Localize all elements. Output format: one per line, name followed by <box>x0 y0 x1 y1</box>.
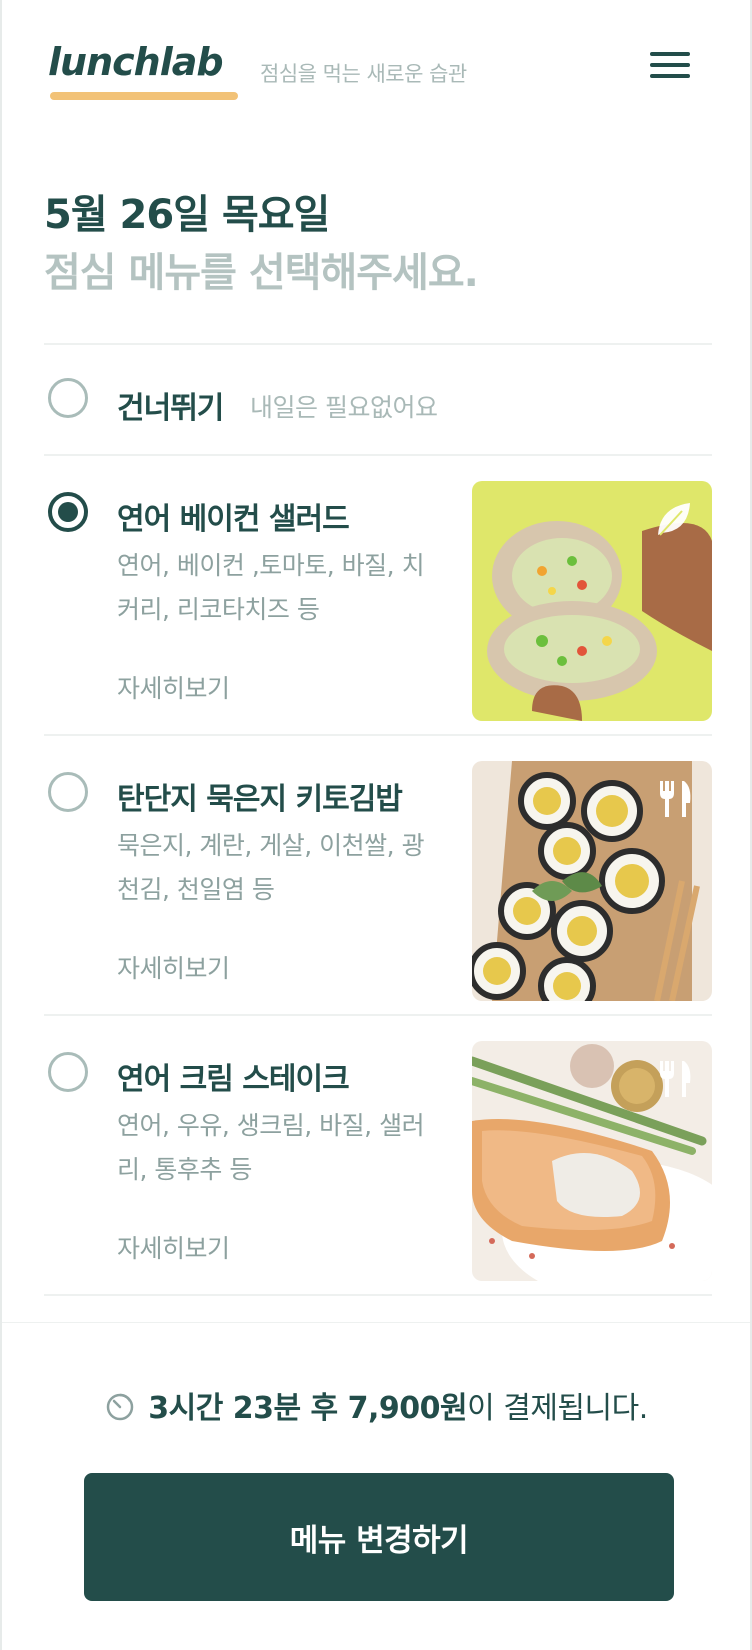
hamburger-menu-icon[interactable] <box>650 52 690 84</box>
payment-time-amount: 3시간 23분 후 7,900원 <box>148 1391 468 1426</box>
fork-knife-icon <box>660 781 691 817</box>
leaf-icon <box>658 503 690 536</box>
menu-bar-top <box>650 52 690 56</box>
logo[interactable]: lunchlab <box>48 40 224 84</box>
menu-item-ingredients: 묵은지, 계란, 게살, 이천쌀, 광천김, 천일염 등 <box>117 831 425 904</box>
tagline: 점심을 먹는 새로운 습관 <box>260 62 467 86</box>
fork-knife-icon <box>660 1061 691 1097</box>
skip-label: 건너뛰기 <box>117 391 224 426</box>
menu-radio-2[interactable] <box>48 772 88 812</box>
timer-icon <box>106 1393 134 1421</box>
header: lunchlab 점심을 먹는 새로운 습관 <box>0 0 752 130</box>
details-link[interactable]: 자세히보기 <box>117 1229 230 1265</box>
menu-item-image[interactable] <box>472 1041 712 1281</box>
divider <box>44 1294 712 1296</box>
page-date: 5월 26일 목요일 <box>44 192 330 238</box>
logo-underline <box>50 92 238 100</box>
details-link[interactable]: 자세히보기 <box>117 949 230 985</box>
menu-bar-bottom <box>650 74 690 78</box>
menu-item-image[interactable] <box>472 761 712 1001</box>
payment-notice-rest: 이 결제됩니다. <box>467 1391 648 1426</box>
payment-footer: 3시간 23분 후 7,900원이 결제됩니다. 메뉴 변경하기 <box>2 1322 750 1650</box>
menu-radio-1[interactable] <box>48 492 88 532</box>
menu-item-title[interactable]: 연어 크림 스테이크 <box>117 1054 350 1098</box>
change-menu-button[interactable]: 메뉴 변경하기 <box>84 1473 674 1601</box>
divider <box>44 734 712 736</box>
divider <box>44 343 712 345</box>
menu-item-image[interactable] <box>472 481 712 721</box>
menu-radio-3[interactable] <box>48 1052 88 1092</box>
menu-item-ingredients: 연어, 우유, 생크림, 바질, 샐러리, 통후추 등 <box>117 1111 425 1184</box>
skip-note: 내일은 필요없어요 <box>250 393 438 422</box>
details-link[interactable]: 자세히보기 <box>117 669 230 705</box>
menu-bar-middle <box>650 63 690 67</box>
menu-item-ingredients: 연어, 베이컨 ,토마토, 바질, 치커리, 리코타치즈 등 <box>117 551 425 624</box>
menu-item-title[interactable]: 연어 베이컨 샐러드 <box>117 494 350 538</box>
payment-notice: 3시간 23분 후 7,900원이 결제됩니다. <box>2 1383 750 1427</box>
divider <box>44 454 712 456</box>
menu-item-title[interactable]: 탄단지 묵은지 키토김밥 <box>117 774 403 818</box>
skip-radio[interactable] <box>48 378 88 418</box>
divider <box>44 1014 712 1016</box>
page-title: 점심 메뉴를 선택해주세요. <box>44 250 479 296</box>
